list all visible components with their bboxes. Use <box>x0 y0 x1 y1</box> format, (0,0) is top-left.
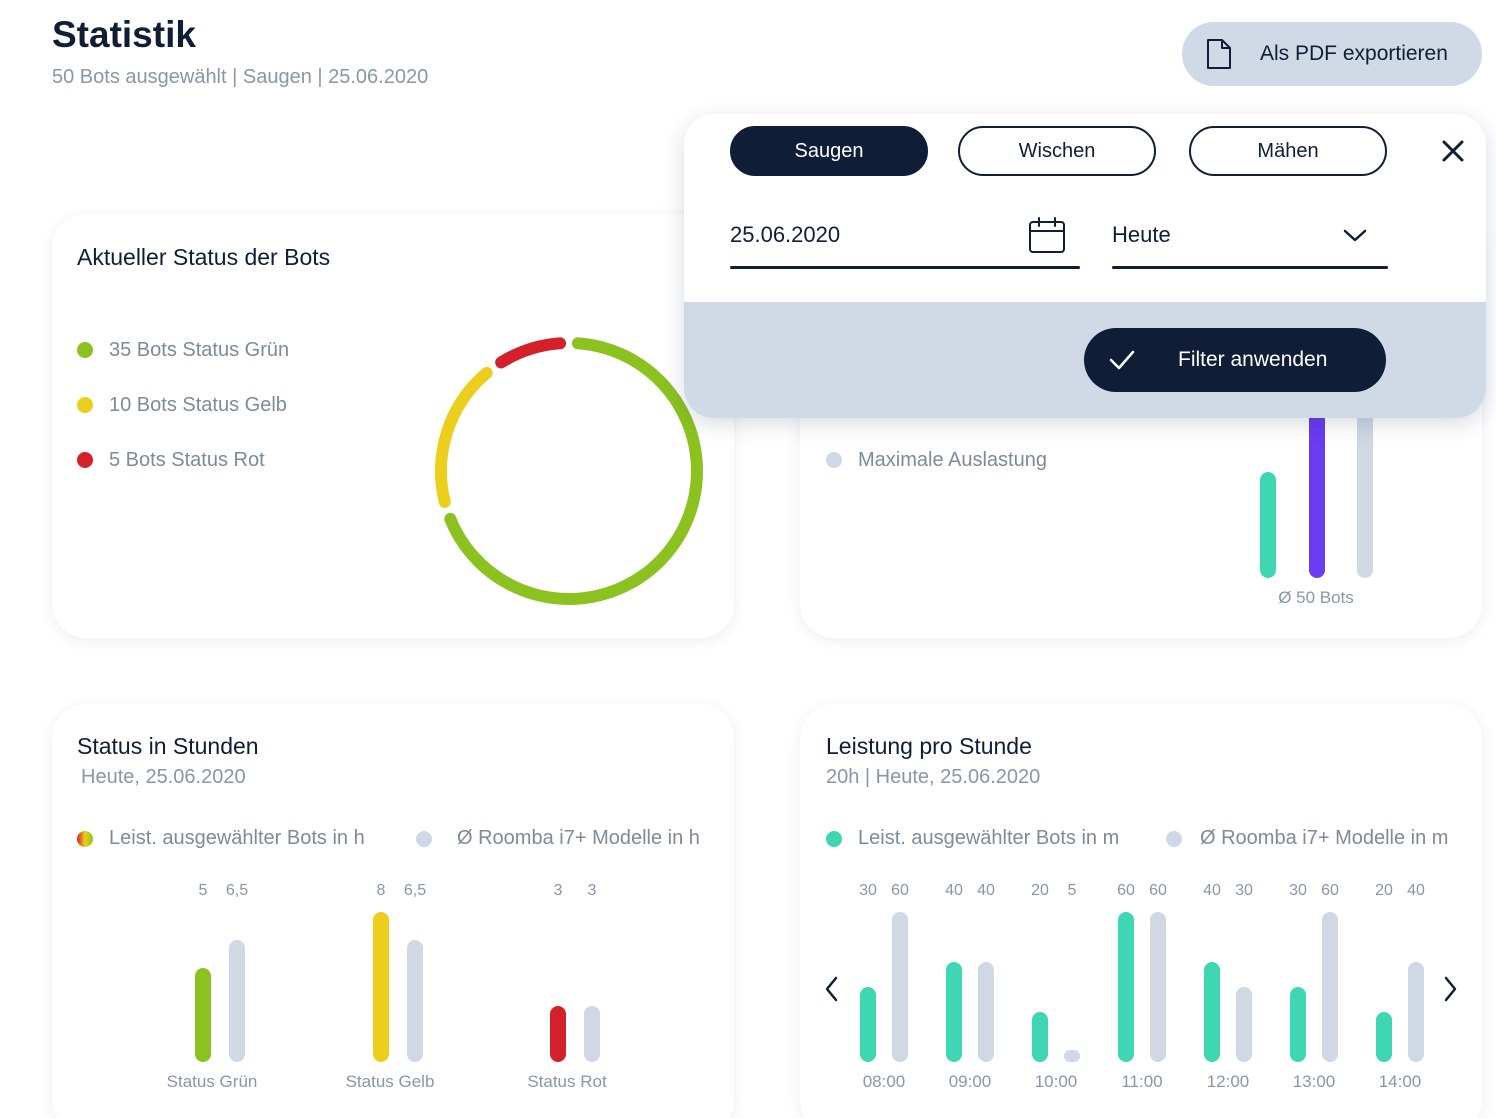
card-subtitle: Heute, 25.06.2020 <box>81 766 246 788</box>
legend-dot-green <box>77 342 93 358</box>
perf-time-label: 09:00 <box>948 1072 992 1091</box>
perf-bar-average <box>1150 912 1166 1062</box>
range-value: Heute <box>1112 222 1171 247</box>
tab-wischen[interactable]: Wischen <box>958 126 1156 176</box>
hours-category-label: Status Gelb <box>345 1072 435 1091</box>
perf-bar-average <box>1408 962 1424 1062</box>
perf-bar-selected <box>860 987 876 1062</box>
legend-dot-multicolor <box>77 831 93 847</box>
status-donut-chart <box>435 337 703 605</box>
tab-maehen[interactable]: Mähen <box>1189 126 1387 176</box>
date-value: 25.06.2020 <box>730 222 841 247</box>
chevron-left-icon[interactable] <box>822 974 842 1004</box>
perf-time-label: 13:00 <box>1292 1072 1336 1091</box>
perf-bar-average <box>1236 987 1252 1062</box>
perf-time-label: 11:00 <box>1121 1072 1163 1091</box>
card-subtitle: 20h | Heute, 25.06.2020 <box>826 766 1041 788</box>
hours-category-label: Status Rot <box>527 1072 607 1091</box>
perf-bar-selected <box>946 962 962 1062</box>
donut-segment-green <box>444 337 703 605</box>
legend-selected-bots-hours: Leist. ausgewählter Bots in h <box>109 827 365 849</box>
perf-value-label: 60 <box>1321 882 1339 899</box>
tab-saugen[interactable]: Saugen <box>730 126 928 176</box>
perf-time-label: 08:00 <box>862 1072 906 1091</box>
bot-status-card: Aktueller Status der Bots 35 Bots Status… <box>52 214 734 638</box>
page-title: Statistik <box>52 14 196 55</box>
calendar-icon[interactable] <box>1028 216 1066 254</box>
performance-card: Leistung pro Stunde 20h | Heute, 25.06.2… <box>800 704 1482 1118</box>
legend-status-red: 5 Bots Status Rot <box>109 449 265 471</box>
capacity-bar-selected <box>1260 472 1276 578</box>
export-pdf-button[interactable]: Als PDF exportieren <box>1182 22 1482 86</box>
apply-filter-label: Filter anwenden <box>1178 348 1328 371</box>
legend-dot-red <box>77 452 93 468</box>
legend-average-hours: Ø Roomba i7+ Modelle in h <box>457 827 700 849</box>
legend-status-green: 35 Bots Status Grün <box>109 339 290 361</box>
legend-dot-average <box>1166 831 1182 847</box>
chevron-right-icon[interactable] <box>1440 974 1460 1004</box>
perf-time-label: 10:00 <box>1034 1072 1078 1091</box>
perf-bar-selected <box>1204 962 1220 1062</box>
hours-value-label: 6,5 <box>225 882 249 899</box>
perf-value-label: 30 <box>1235 882 1253 899</box>
legend-status-yellow: 10 Bots Status Gelb <box>109 394 287 416</box>
perf-bar-selected <box>1032 1012 1048 1062</box>
chevron-down-icon[interactable] <box>1342 228 1368 244</box>
hours-bar-average <box>229 940 245 1062</box>
perf-value-label: 40 <box>977 882 995 899</box>
range-field-underline <box>1112 266 1388 269</box>
date-field-underline <box>730 266 1080 269</box>
perf-time-label: 14:00 <box>1378 1072 1422 1091</box>
donut-segment-yellow <box>435 366 493 508</box>
perf-value-label: 40 <box>1407 882 1425 899</box>
hours-bar-selected <box>550 1005 566 1062</box>
perf-value-label: 60 <box>1149 882 1167 899</box>
legend-dot-max-capacity <box>826 452 842 468</box>
perf-value-label: 5 <box>1067 882 1077 899</box>
perf-time-label: 12:00 <box>1206 1072 1250 1091</box>
legend-average-minutes: Ø Roomba i7+ Modelle in m <box>1200 827 1449 849</box>
perf-bar-selected <box>1118 912 1134 1062</box>
card-title: Aktueller Status der Bots <box>77 244 331 270</box>
card-title: Status in Stunden <box>77 733 259 759</box>
export-pdf-label: Als PDF exportieren <box>1260 42 1448 65</box>
legend-dot-yellow <box>77 397 93 413</box>
capacity-bar-label: Ø 50 Bots <box>1278 588 1354 607</box>
check-icon <box>1109 350 1135 370</box>
hours-bar-average <box>407 940 423 1062</box>
document-icon <box>1207 39 1231 69</box>
perf-bar-average <box>1064 1049 1080 1062</box>
page-subtitle: 50 Bots ausgewählt | Saugen | 25.06.2020 <box>52 66 429 88</box>
date-field[interactable]: 25.06.2020 <box>730 210 1080 270</box>
legend-dot-selected <box>826 831 842 847</box>
donut-segment-red <box>495 337 567 369</box>
hours-category-label: Status Grün <box>166 1072 258 1091</box>
hours-bar-average <box>584 1005 600 1062</box>
status-hours-card: Status in Stunden Heute, 25.06.2020 Leis… <box>52 704 734 1118</box>
perf-bar-average <box>892 912 908 1062</box>
perf-bar-average <box>978 962 994 1062</box>
hours-value-label: 6,5 <box>403 882 427 899</box>
perf-value-label: 60 <box>891 882 909 899</box>
close-icon[interactable] <box>1438 136 1468 166</box>
perf-bar-selected <box>1290 987 1306 1062</box>
legend-dot-average <box>416 831 432 847</box>
range-select[interactable]: Heute <box>1112 210 1388 270</box>
capacity-bar-bots <box>1309 394 1325 578</box>
filter-panel: Saugen Wischen Mähen 25.06.2020 Heute Fi… <box>684 114 1486 418</box>
legend-selected-bots-minutes: Leist. ausgewählter Bots in m <box>858 827 1120 849</box>
perf-bar-selected <box>1376 1012 1392 1062</box>
hours-value-label: 3 <box>587 882 597 899</box>
hours-bar-selected <box>373 912 389 1062</box>
apply-filter-button[interactable]: Filter anwenden <box>1084 328 1386 392</box>
perf-bar-average <box>1322 912 1338 1062</box>
card-title: Leistung pro Stunde <box>826 733 1032 759</box>
legend-max-capacity: Maximale Auslastung <box>858 449 1047 471</box>
hours-bar-selected <box>195 968 211 1062</box>
capacity-bar-max <box>1357 394 1373 578</box>
